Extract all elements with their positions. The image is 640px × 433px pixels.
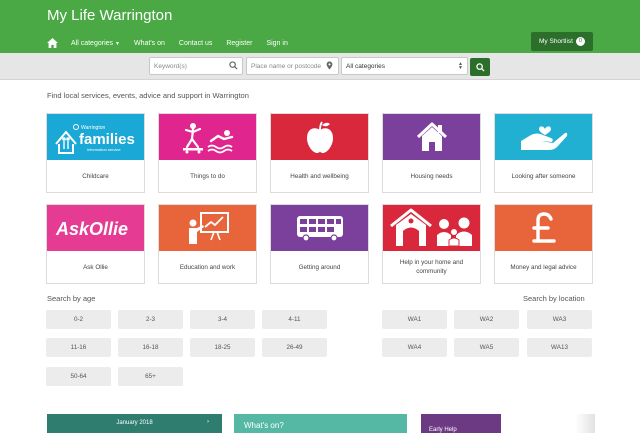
age-filter-18-25[interactable]: 18-25 (190, 338, 255, 357)
tile-label: Housing needs (410, 172, 453, 180)
tile-getting-around[interactable]: Getting around (270, 204, 369, 284)
ask-ollie-logo: AskOllie (55, 219, 128, 239)
tile-money-legal-advice[interactable]: Money and legal advice (494, 204, 593, 284)
tile-image (495, 205, 592, 251)
tile-label: Health and wellbeing (290, 172, 349, 180)
shortlist-count-badge: 0 (575, 37, 585, 46)
house-icon (416, 122, 447, 151)
caret-down-icon: ▼ (115, 40, 120, 47)
location-filter-wa2[interactable]: WA2 (454, 310, 519, 329)
tile-image: Warrington families information service (47, 114, 144, 160)
bus-icon (296, 216, 343, 242)
location-filter-wa1[interactable]: WA1 (382, 310, 447, 329)
search-bar: Keyword(s) Place name or postcode All ca… (0, 53, 640, 80)
tile-image (271, 114, 368, 160)
tile-image (271, 205, 368, 251)
calendar-next-button[interactable]: › (207, 419, 209, 425)
tile-housing-needs[interactable]: Housing needs (382, 113, 481, 193)
tile-label: Childcare (82, 172, 109, 180)
search-icon (229, 61, 238, 70)
age-filter-26-49[interactable]: 26-49 (262, 338, 327, 357)
home-community-icon (389, 208, 472, 247)
age-filter-50-64[interactable]: 50-64 (46, 367, 111, 386)
tile-things-to-do[interactable]: Things to do (158, 113, 257, 193)
keyword-input[interactable]: Keyword(s) (149, 57, 243, 75)
tile-label: Help in your home and community (399, 259, 464, 275)
families-logo-sub: information service (87, 147, 121, 152)
location-filter-wa4[interactable]: WA4 (382, 338, 447, 357)
shortlist-label: My Shortlist (539, 38, 573, 45)
tile-label: Ask Ollie (83, 263, 108, 271)
apple-icon (306, 121, 333, 153)
keyword-placeholder: Keyword(s) (154, 62, 187, 70)
intro-text: Find local services, events, advice and … (47, 91, 249, 100)
age-filter-3-4[interactable]: 3-4 (190, 310, 255, 329)
calendar-month: January 2018 (116, 420, 153, 426)
tile-image (383, 114, 480, 160)
tile-image (159, 205, 256, 251)
tile-image (495, 114, 592, 160)
calendar-widget: January 2018 › (47, 414, 222, 433)
families-logo: Warrington families information service (54, 124, 135, 154)
tile-label: Money and legal advice (510, 263, 577, 271)
age-filter-4-11[interactable]: 4-11 (262, 310, 327, 329)
tile-image: AskOllie (47, 205, 144, 251)
location-placeholder: Place name or postcode (251, 62, 322, 70)
location-filter-wa5[interactable]: WA5 (454, 338, 519, 357)
age-filter-2-3[interactable]: 2-3 (118, 310, 183, 329)
location-filter-wa3[interactable]: WA3 (527, 310, 592, 329)
nav-register[interactable]: Register (226, 40, 252, 47)
map-pin-icon (326, 61, 333, 70)
search-by-location-heading: Search by location (523, 294, 585, 303)
tile-looking-after-someone[interactable]: Looking after someone (494, 113, 593, 193)
early-help-panel[interactable]: Early Help (421, 414, 501, 433)
nav-contact-us[interactable]: Contact us (179, 40, 212, 47)
tile-childcare[interactable]: Warrington families information service … (46, 113, 145, 193)
age-filter-16-18[interactable]: 16-18 (118, 338, 183, 357)
nav-all-categories[interactable]: All categories ▼ (71, 40, 120, 47)
category-select[interactable]: All categories ▲ ▼ (341, 57, 468, 75)
nav-whats-on[interactable]: What's on (134, 40, 165, 47)
ask-ollie-text: AskOllie (55, 219, 128, 239)
tile-education-work[interactable]: Education and work (158, 204, 257, 284)
site-title[interactable]: My Life Warrington (47, 7, 172, 24)
search-icon (475, 62, 485, 72)
age-filter-65-plus[interactable]: 65+ (118, 367, 183, 386)
age-filter-0-2[interactable]: 0-2 (46, 310, 111, 329)
select-arrows-icon: ▲ ▼ (458, 61, 463, 71)
location-filter-wa13[interactable]: WA13 (527, 338, 592, 357)
nav-sign-in[interactable]: Sign in (266, 40, 287, 47)
home-icon[interactable] (47, 38, 58, 48)
tile-health-wellbeing[interactable]: Health and wellbeing (270, 113, 369, 193)
tile-label: Things to do (190, 172, 225, 180)
category-selected: All categories (346, 62, 386, 70)
tile-image (383, 205, 480, 251)
tile-label: Getting around (298, 263, 341, 271)
pound-icon (531, 212, 556, 243)
caring-hand-icon (520, 126, 567, 150)
site-header: My Life Warrington All categories ▼ What'… (0, 0, 640, 53)
location-input[interactable]: Place name or postcode (246, 57, 339, 75)
shortlist-button[interactable]: My Shortlist 0 (531, 32, 593, 51)
age-filter-11-16[interactable]: 11-16 (46, 338, 111, 357)
search-button[interactable] (470, 58, 490, 76)
tile-label: Looking after someone (511, 172, 576, 180)
teacher-board-icon (188, 212, 229, 244)
whats-on-panel[interactable]: What's on? (234, 414, 407, 433)
families-logo-main: families (79, 131, 135, 148)
tile-help-home-community[interactable]: Help in your home and community (382, 204, 481, 284)
main-nav: All categories ▼ What's on Contact us Reg… (47, 37, 302, 49)
activities-icon (182, 123, 233, 154)
tile-label: Education and work (179, 263, 236, 271)
panel-edge (575, 414, 595, 433)
tile-image (159, 114, 256, 160)
tile-ask-ollie[interactable]: AskOllie Ask Ollie (46, 204, 145, 284)
search-by-age-heading: Search by age (47, 294, 96, 303)
